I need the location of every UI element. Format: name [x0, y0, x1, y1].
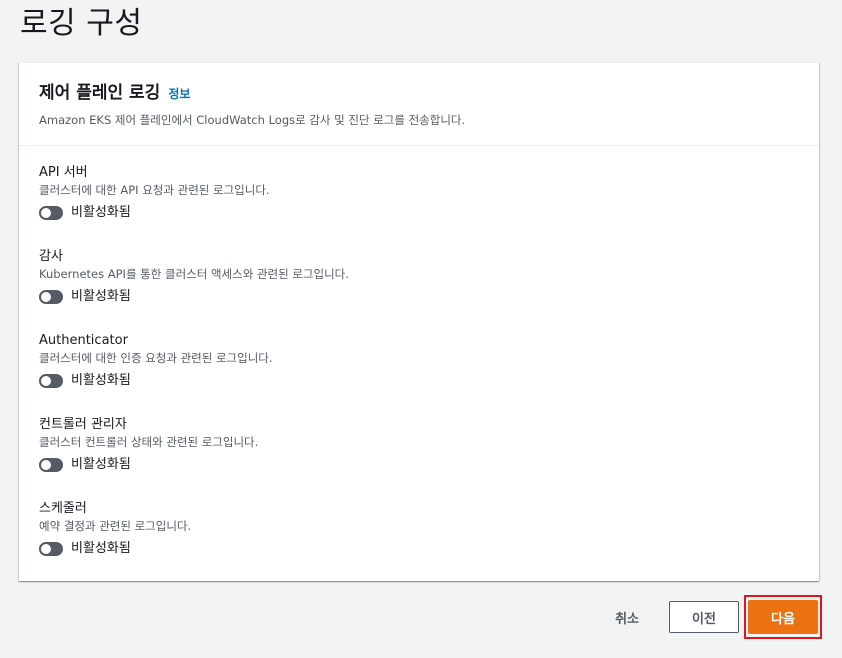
panel-header: 제어 플레인 로깅 정보 Amazon EKS 제어 플레인에서 CloudWa… [19, 63, 819, 146]
log-description: 클러스터에 대한 인증 요청과 관련된 로그입니다. [39, 351, 273, 365]
panel-description: Amazon EKS 제어 플레인에서 CloudWatch Logs로 감사 … [39, 113, 466, 127]
log-label: 스케줄러 [39, 501, 87, 516]
toggle-row: 비활성화됨 [39, 203, 799, 223]
toggle-status-label: 비활성화됨 [71, 541, 131, 556]
log-description: 클러스터 컨트롤러 상태와 관련된 로그입니다. [39, 435, 259, 449]
log-label: 감사 [39, 249, 63, 264]
toggle-row: 비활성화됨 [39, 287, 799, 307]
toggle-status-label: 비활성화됨 [71, 457, 131, 472]
control-plane-logging-panel: 제어 플레인 로깅 정보 Amazon EKS 제어 플레인에서 CloudWa… [19, 62, 819, 581]
log-item-authenticator: Authenticator 클러스터에 대한 인증 요청과 관련된 로그입니다.… [39, 332, 799, 416]
info-link[interactable]: 정보 [168, 85, 190, 102]
log-description: Kubernetes API를 통한 클러스터 액세스와 관련된 로그입니다. [39, 267, 349, 281]
panel-title: 제어 플레인 로깅 [39, 83, 161, 103]
log-item-controller-manager: 컨트롤러 관리자 클러스터 컨트롤러 상태와 관련된 로그입니다. 비활성화됨 [39, 416, 799, 500]
log-description: 예약 결정과 관련된 로그입니다. [39, 519, 192, 533]
toggle-row: 비활성화됨 [39, 455, 799, 475]
api-server-toggle[interactable] [39, 206, 63, 220]
cancel-button[interactable]: 취소 [615, 608, 639, 627]
scheduler-toggle[interactable] [39, 542, 63, 556]
next-button[interactable]: 다음 [748, 600, 818, 634]
page-title: 로깅 구성 [20, 6, 143, 41]
toggle-row: 비활성화됨 [39, 371, 799, 391]
toggle-row: 비활성화됨 [39, 539, 799, 559]
toggle-knob [41, 292, 51, 302]
toggle-status-label: 비활성화됨 [71, 205, 131, 220]
toggle-knob [41, 208, 51, 218]
next-button-highlight: 다음 [744, 595, 822, 639]
wizard-footer-actions: 취소 이전 다음 [615, 595, 822, 639]
previous-button[interactable]: 이전 [669, 601, 739, 633]
toggle-knob [41, 376, 51, 386]
toggle-status-label: 비활성화됨 [71, 373, 131, 388]
audit-toggle[interactable] [39, 290, 63, 304]
panel-title-row: 제어 플레인 로깅 정보 [39, 81, 799, 105]
toggle-knob [41, 544, 51, 554]
log-item-audit: 감사 Kubernetes API를 통한 클러스터 액세스와 관련된 로그입니… [39, 248, 799, 332]
log-item-api-server: API 서버 클러스터에 대한 API 요청과 관련된 로그입니다. 비활성화됨 [39, 164, 799, 248]
toggle-knob [41, 460, 51, 470]
toggle-status-label: 비활성화됨 [71, 289, 131, 304]
log-item-scheduler: 스케줄러 예약 결정과 관련된 로그입니다. 비활성화됨 [39, 500, 799, 584]
panel-body: API 서버 클러스터에 대한 API 요청과 관련된 로그입니다. 비활성화됨… [19, 146, 819, 584]
log-description: 클러스터에 대한 API 요청과 관련된 로그입니다. [39, 183, 270, 197]
log-label: 컨트롤러 관리자 [39, 417, 127, 432]
authenticator-toggle[interactable] [39, 374, 63, 388]
log-label: API 서버 [39, 165, 88, 180]
log-label: Authenticator [39, 333, 128, 348]
controller-manager-toggle[interactable] [39, 458, 63, 472]
